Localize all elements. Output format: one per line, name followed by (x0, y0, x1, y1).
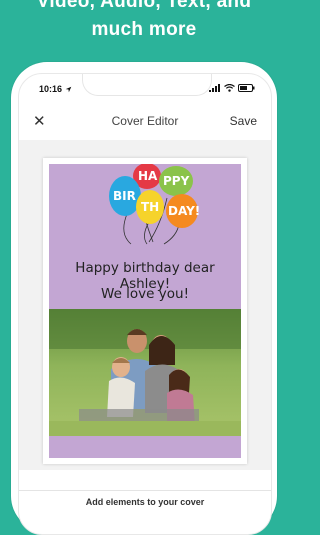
headline: Video, Audio, Text, and much more (0, 0, 288, 44)
status-time: 10:16 (39, 84, 63, 94)
phone-screen: 10:16 ✕ Cover Editor Save HA PPY BIR TH … (18, 73, 272, 535)
headline-line-1: Video, Audio, Text, and (36, 0, 252, 12)
top-nav-bar: ✕ Cover Editor Save (19, 110, 271, 132)
divider (19, 490, 271, 491)
svg-text:TH: TH (141, 200, 159, 214)
cover-text-panel[interactable]: HA PPY BIR TH DAY! Happy birthday dear A… (49, 164, 241, 309)
family-photo-image (49, 309, 241, 436)
family-photo[interactable] (49, 309, 241, 436)
save-button[interactable]: Save (230, 114, 257, 128)
greeting-subline: We love you! (101, 286, 189, 302)
svg-text:BIR: BIR (113, 189, 136, 203)
wifi-icon (224, 84, 235, 92)
status-bar: 10:16 (19, 82, 271, 98)
svg-text:HA: HA (138, 169, 158, 183)
cover-card[interactable]: HA PPY BIR TH DAY! Happy birthday dear A… (43, 158, 247, 464)
headline-line-2: much more (91, 19, 197, 40)
svg-text:DAY!: DAY! (168, 204, 200, 218)
location-arrow-icon (65, 86, 71, 93)
battery-icon (238, 84, 255, 92)
add-elements-label[interactable]: Add elements to your cover (19, 497, 271, 507)
svg-text:PPY: PPY (163, 174, 190, 188)
signal-icon (209, 84, 220, 92)
birthday-balloons-image: HA PPY BIR TH DAY! (109, 164, 200, 245)
cover-bottom-panel (49, 436, 241, 458)
